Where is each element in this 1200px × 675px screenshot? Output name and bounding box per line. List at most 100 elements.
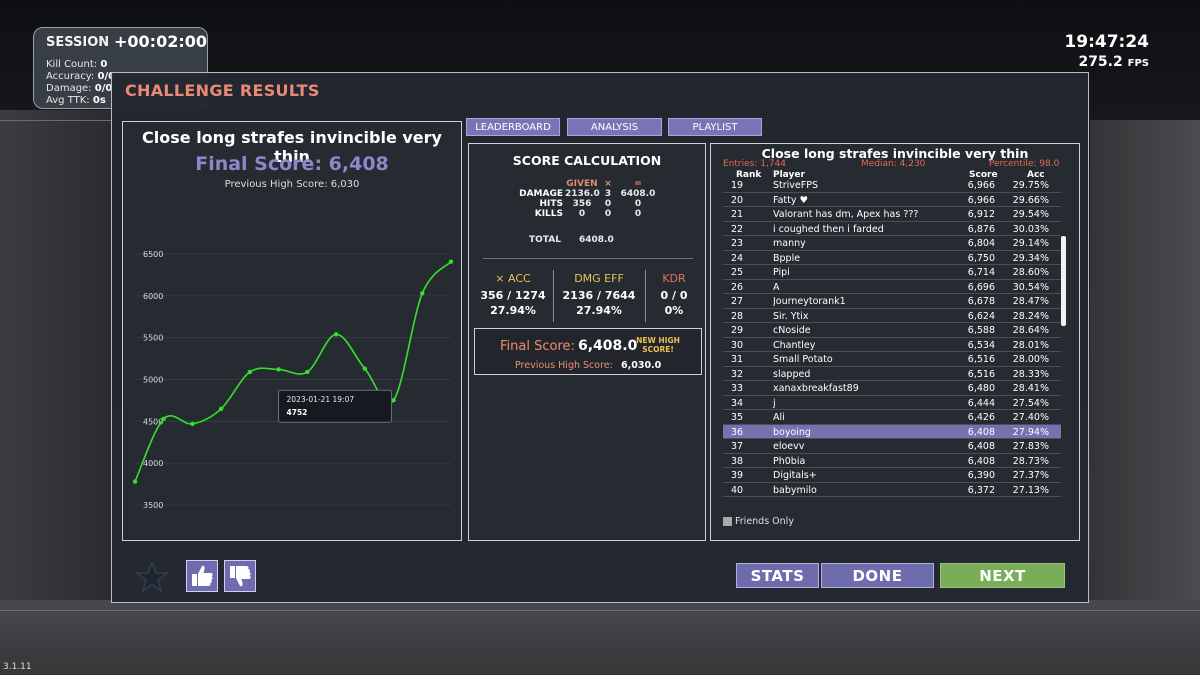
row-player: Ali bbox=[773, 412, 785, 423]
row-score: 6,516 bbox=[967, 354, 995, 365]
row-player: Chantley bbox=[773, 339, 816, 351]
leaderboard-row[interactable]: 27 Journeytorank1 6,678 28.47% bbox=[723, 294, 1061, 309]
leaderboard-row[interactable]: 29 cNoside 6,588 28.64% bbox=[723, 323, 1061, 338]
row-rank: 32 bbox=[730, 368, 744, 380]
row-rank: 29 bbox=[730, 325, 744, 336]
leaderboard-row[interactable]: 32 slapped 6,516 28.33% bbox=[723, 367, 1061, 381]
stats-button[interactable]: STATS bbox=[736, 563, 819, 588]
leaderboard-row[interactable]: 30 Chantley 6,534 28.01% bbox=[723, 338, 1061, 352]
data-point[interactable] bbox=[247, 369, 253, 375]
row-score: 6,804 bbox=[967, 238, 995, 249]
y-tick-label: 3500 bbox=[143, 501, 163, 510]
row-score: 6,426 bbox=[967, 412, 995, 423]
row-score: 6,372 bbox=[967, 484, 995, 496]
leaderboard-row[interactable]: 20 Fatty ♥ 6,966 29.66% bbox=[723, 193, 1061, 207]
col-equals: = bbox=[634, 179, 642, 189]
data-point[interactable] bbox=[420, 291, 425, 296]
clock: 19:47:24 bbox=[1064, 32, 1149, 52]
kdr-percent: 0% bbox=[664, 304, 684, 317]
thumbs-down-icon[interactable] bbox=[224, 560, 256, 592]
calc-given: 2136.0 bbox=[565, 189, 600, 199]
row-rank: 23 bbox=[730, 238, 744, 249]
tab-leaderboard[interactable]: LEADERBOARD bbox=[466, 118, 560, 136]
leaderboard-row[interactable]: 21 Valorant has dm, Apex has ??? 6,912 29.5… bbox=[723, 207, 1061, 222]
leaderboard-row[interactable]: 23 manny 6,804 29.14% bbox=[723, 236, 1061, 251]
row-player: Ph0bia bbox=[773, 455, 806, 467]
leaderboard-row[interactable]: 26 A 6,696 30.54% bbox=[723, 280, 1061, 294]
row-acc: 27.83% bbox=[1012, 441, 1049, 452]
row-player: i coughed then i farded bbox=[773, 223, 884, 235]
data-point[interactable] bbox=[132, 479, 138, 484]
chart-tooltip: 2023-01-21 19:07 4752 bbox=[278, 389, 393, 423]
accuracy-label: Accuracy: bbox=[46, 71, 95, 82]
data-point[interactable] bbox=[161, 416, 166, 422]
calc-row-kills: KILLS 0 0 0 bbox=[513, 209, 659, 219]
kdr-label: KDR bbox=[662, 272, 686, 285]
leaderboard-median: Median: 4,230 bbox=[861, 159, 926, 169]
leaderboard-row[interactable]: 35 Ali 6,426 27.40% bbox=[723, 410, 1061, 425]
row-rank: 36 bbox=[730, 426, 744, 438]
friends-only-checkbox[interactable] bbox=[723, 517, 732, 526]
leaderboard-row[interactable]: 36 boyoing 6,408 27.94% bbox=[723, 424, 1061, 439]
row-rank: 19 bbox=[730, 180, 744, 191]
favorite-star-icon[interactable] bbox=[136, 561, 168, 593]
data-point[interactable] bbox=[448, 259, 454, 264]
tab-analysis[interactable]: ANALYSIS bbox=[567, 118, 662, 136]
y-tick-label: 6000 bbox=[143, 292, 163, 301]
row-acc: 28.64% bbox=[1012, 325, 1049, 336]
leaderboard-row[interactable]: 34 j 6,444 27.54% bbox=[723, 396, 1061, 410]
data-point[interactable] bbox=[276, 367, 281, 372]
row-rank: 22 bbox=[730, 223, 744, 235]
leaderboard-row[interactable]: 19 StriveFPS 6,966 29.75% bbox=[723, 178, 1061, 193]
session-stats: Kill Count: 0 Accuracy: 0/0 Damage: 0/0 … bbox=[46, 59, 115, 107]
data-point[interactable] bbox=[305, 369, 310, 375]
y-tick-label: 5000 bbox=[143, 376, 163, 385]
calc-header-row: GIVEN × = bbox=[513, 179, 659, 189]
leaderboard-row[interactable]: 40 babymilo 6,372 27.13% bbox=[723, 483, 1061, 497]
leaderboard-row[interactable]: 24 Bpple 6,750 29.34% bbox=[723, 251, 1061, 265]
leaderboard-row[interactable]: 39 Digitals+ 6,390 27.37% bbox=[723, 468, 1061, 483]
leaderboard-scrollbar[interactable] bbox=[1061, 236, 1066, 326]
data-point[interactable] bbox=[190, 421, 195, 427]
calc-result: 0 bbox=[634, 209, 642, 219]
next-button[interactable]: NEXT bbox=[940, 563, 1065, 588]
row-acc: 29.34% bbox=[1012, 252, 1049, 264]
row-rank: 20 bbox=[730, 194, 744, 206]
previous-high-score: Previous High Score: 6,030 bbox=[224, 179, 360, 190]
ttk-label: Avg TTK: bbox=[46, 95, 90, 106]
thumbs-up-icon[interactable] bbox=[186, 560, 218, 592]
leaderboard-row[interactable]: 25 Pipi 6,714 28.60% bbox=[723, 265, 1061, 280]
data-point[interactable] bbox=[362, 366, 368, 371]
col-multiplier: × bbox=[604, 179, 612, 189]
fps-value: 275.2 bbox=[1078, 54, 1123, 70]
data-point[interactable] bbox=[333, 332, 339, 337]
friends-only-toggle[interactable]: Friends Only bbox=[723, 516, 794, 527]
accuracy-row: Accuracy: 0/0 bbox=[46, 71, 115, 83]
row-score: 6,444 bbox=[967, 397, 995, 409]
done-button[interactable]: DONE bbox=[821, 563, 934, 588]
leaderboard-row[interactable]: 22 i coughed then i farded 6,876 30.03% bbox=[723, 222, 1061, 236]
leaderboard-row[interactable]: 28 Sir. Ytix 6,624 28.24% bbox=[723, 309, 1061, 323]
tab-playlist[interactable]: PLAYLIST bbox=[668, 118, 762, 136]
row-acc: 28.73% bbox=[1012, 455, 1049, 467]
data-point[interactable] bbox=[218, 406, 224, 411]
row-rank: 25 bbox=[730, 267, 744, 278]
leaderboard-row[interactable]: 38 Ph0bia 6,408 28.73% bbox=[723, 454, 1061, 468]
kill-count-value: 0 bbox=[100, 59, 108, 70]
leaderboard-row[interactable]: 31 Small Potato 6,516 28.00% bbox=[723, 352, 1061, 367]
leaderboard-list[interactable]: 19 StriveFPS 6,966 29.75% 20 Fatty ♥ 6,966 29.6… bbox=[723, 178, 1061, 508]
background-floor bbox=[0, 600, 1200, 675]
row-player: Valorant has dm, Apex has ??? bbox=[773, 209, 919, 220]
row-acc: 29.75% bbox=[1012, 180, 1049, 191]
total-row: TOTAL 6408.0 bbox=[529, 235, 614, 245]
new-high-score-badge: NEW HIGH SCORE! bbox=[636, 336, 680, 354]
y-tick-label: 6500 bbox=[143, 250, 163, 259]
leaderboard-row[interactable]: 37 eloevv 6,408 27.83% bbox=[723, 439, 1061, 454]
score-history-box: Close long strafes invincible very thin … bbox=[122, 121, 462, 541]
score-history-chart[interactable]: 6500 6000 5500 5000 4500 4000 3500 2023-01-21 1… bbox=[123, 192, 461, 540]
row-score: 6,408 bbox=[967, 441, 995, 452]
acc-ratio: 356 / 1274 bbox=[480, 289, 546, 302]
leaderboard-row[interactable]: 33 xanaxbreakfast89 6,480 28.41% bbox=[723, 381, 1061, 396]
row-rank: 33 bbox=[730, 383, 744, 394]
calc-divider bbox=[483, 258, 693, 259]
